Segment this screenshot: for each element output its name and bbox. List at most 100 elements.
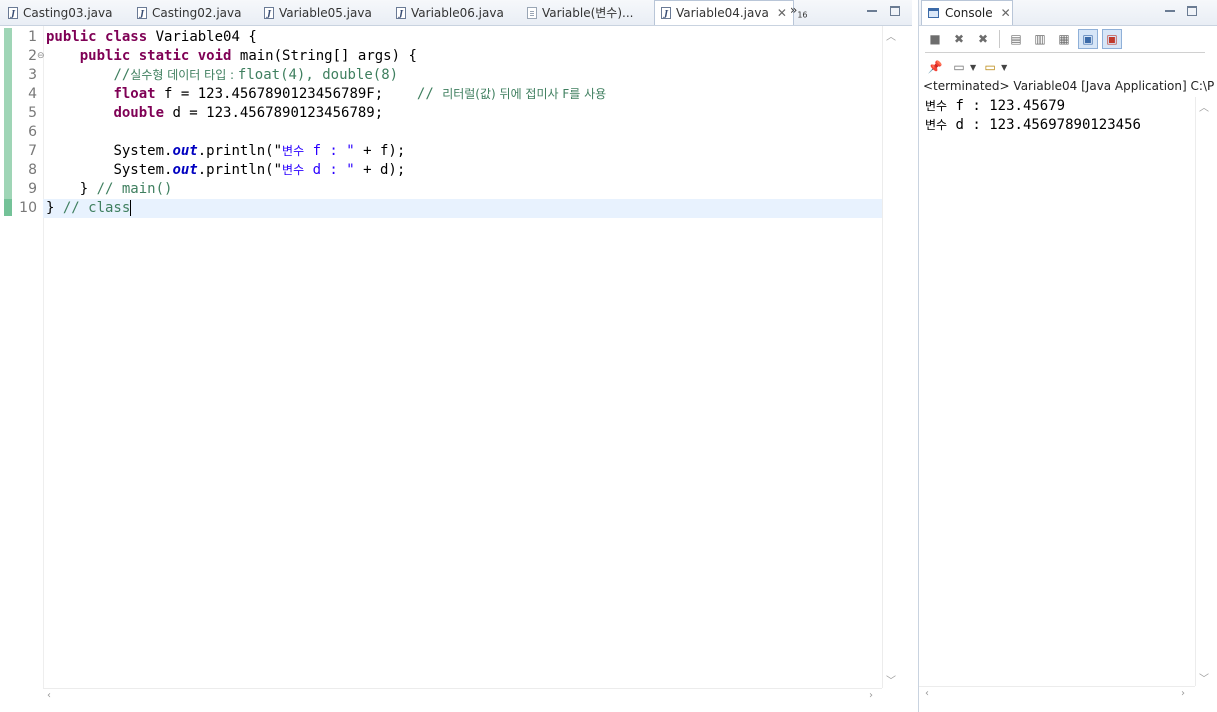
fold-collapse-icon[interactable]: ⊖: [37, 51, 45, 61]
code-text: + d);: [354, 162, 406, 178]
line-number: 2: [28, 48, 37, 64]
console-view: Console ✕ ■ ✖ ✖ ▤ ▥ ▦ ▣ ▣ 📌 ▭ ▼ ▭ ▼ <ter…: [918, 0, 1217, 712]
tab-casting02[interactable]: J Casting02.java: [137, 0, 241, 25]
code-text: + f);: [354, 143, 406, 159]
keyword: float: [113, 86, 156, 102]
console-output-line: 변수 f : 123.45679: [925, 97, 1141, 116]
tab-variable05[interactable]: J Variable05.java: [264, 0, 372, 25]
scroll-down-icon[interactable]: ﹀: [1199, 670, 1209, 685]
chevron-down-icon[interactable]: ▼: [970, 63, 976, 72]
line-number: 3: [28, 67, 37, 83]
output-text: f : 123.45679: [947, 98, 1066, 114]
maximize-icon[interactable]: [890, 6, 900, 16]
java-file-icon: J: [264, 6, 274, 19]
scroll-up-icon[interactable]: ︿: [886, 28, 896, 43]
minimize-icon[interactable]: [867, 6, 877, 12]
console-output[interactable]: 변수 f : 123.45679 변수 d : 123.456978901234…: [925, 97, 1141, 135]
code-line-7: System.out.println("변수 f : " + f);: [46, 142, 405, 161]
code-text: System.: [113, 143, 173, 159]
comment: 리터럴(값) 뒤에 접미사 F를 사용: [442, 87, 607, 101]
tab-casting03[interactable]: J Casting03.java: [8, 0, 112, 25]
pin-console-icon[interactable]: 📌: [925, 57, 945, 77]
code-area[interactable]: public class Variable04 { public static …: [46, 26, 882, 688]
comment: 실수형 데이터 타입 :: [130, 68, 238, 82]
console-toolbar: ■ ✖ ✖ ▤ ▥ ▦ ▣ ▣: [925, 28, 1122, 50]
change-ruler: [0, 26, 15, 688]
line-number: 1: [28, 29, 37, 45]
show-on-stdout-icon[interactable]: ▣: [1078, 29, 1098, 49]
tab-variable06[interactable]: J Variable06.java: [396, 0, 504, 25]
keyword: double: [113, 105, 165, 121]
string-literal: 변수: [282, 163, 305, 177]
keyword: void: [197, 48, 232, 64]
text-file-icon: [527, 6, 537, 19]
toolbar-separator: [999, 30, 1000, 48]
toolbar-divider: [925, 52, 1205, 53]
line-number: 5: [28, 105, 37, 121]
chevron-down-icon[interactable]: ▼: [1001, 63, 1007, 72]
comment: // class: [62, 200, 131, 216]
java-file-icon: J: [396, 6, 406, 19]
close-icon[interactable]: ✕: [1001, 6, 1011, 20]
console-horizontal-scrollbar[interactable]: ‹ ›: [919, 686, 1195, 703]
line-number: 9: [28, 181, 37, 197]
scroll-right-icon[interactable]: ›: [869, 690, 873, 701]
remove-launch-icon[interactable]: ✖: [949, 29, 969, 49]
static-field: out: [172, 162, 198, 178]
minimize-icon[interactable]: [1165, 6, 1175, 12]
tab-console[interactable]: Console ✕: [921, 0, 1013, 25]
console-tab-label: Console: [945, 6, 993, 20]
java-file-icon: J: [8, 6, 18, 19]
code-text: Variable04 {: [147, 29, 257, 45]
open-console-icon[interactable]: ▭: [980, 57, 1000, 77]
display-console-icon[interactable]: ▭: [949, 57, 969, 77]
line-number: 4: [28, 86, 37, 102]
remove-all-terminated-icon[interactable]: ✖: [973, 29, 993, 49]
scroll-lock-icon[interactable]: ▥: [1030, 29, 1050, 49]
java-file-icon: J: [137, 6, 147, 19]
tab-label: Casting03.java: [23, 5, 113, 20]
tab-label: Variable04.java: [676, 6, 769, 20]
static-field: out: [172, 143, 198, 159]
console-process-status: <terminated> Variable04 [Java Applicatio…: [923, 79, 1214, 93]
scroll-left-icon[interactable]: ‹: [925, 688, 929, 699]
keyword: static: [138, 48, 190, 64]
code-line-2: public static void main(String[] args) {: [46, 47, 417, 66]
code-line-9: } // main(): [46, 180, 173, 199]
tab-variable-text[interactable]: Variable(변수)...: [527, 0, 633, 25]
code-line-3: //실수형 데이터 타입 : float(4), double(8): [46, 66, 398, 85]
code-line-1: public class Variable04 {: [46, 28, 257, 47]
keyword: public: [79, 48, 131, 64]
console-vertical-scrollbar[interactable]: ︿ ﹀: [1195, 97, 1212, 686]
tab-overflow-button[interactable]: »16: [790, 3, 808, 19]
scroll-left-icon[interactable]: ‹: [47, 690, 51, 701]
output-text: 변수: [925, 99, 948, 113]
word-wrap-icon[interactable]: ▦: [1054, 29, 1074, 49]
code-text: f = 123.4567890123456789F;: [155, 86, 384, 102]
show-on-stderr-icon[interactable]: ▣: [1102, 29, 1122, 49]
maximize-icon[interactable]: [1187, 6, 1197, 16]
output-text: d : 123.45697890123456: [947, 117, 1141, 133]
editor-horizontal-scrollbar[interactable]: ‹ ›: [43, 688, 882, 705]
string-literal: d : ": [304, 162, 355, 178]
tab-label: Variable(변수)...: [542, 6, 634, 20]
code-text: }: [79, 181, 97, 197]
clear-console-icon[interactable]: ▤: [1006, 29, 1026, 49]
code-text: d = 123.4567890123456789;: [164, 105, 384, 121]
editor-vertical-scrollbar[interactable]: ︿ ﹀: [882, 26, 899, 688]
terminate-icon[interactable]: ■: [925, 29, 945, 49]
scroll-right-icon[interactable]: ›: [1181, 688, 1185, 699]
text-caret: [130, 200, 132, 216]
string-literal: 변수: [282, 144, 305, 158]
close-icon[interactable]: ✕: [777, 6, 787, 20]
overflow-count: 16: [797, 10, 808, 20]
java-file-icon: J: [661, 7, 671, 19]
tab-variable04[interactable]: J Variable04.java ✕: [654, 0, 794, 25]
code-line-5: double d = 123.4567890123456789;: [46, 104, 383, 123]
comment: //: [416, 86, 443, 102]
editor-tab-bar: J Casting03.java J Casting02.java J Vari…: [0, 0, 912, 26]
code-editor[interactable]: 1 2 ⊖ 3 4 5 6 7 8 9 10 public class Vari…: [0, 26, 912, 712]
output-text: 변수: [925, 118, 948, 132]
scroll-up-icon[interactable]: ︿: [1199, 99, 1209, 114]
scroll-down-icon[interactable]: ﹀: [886, 672, 896, 687]
